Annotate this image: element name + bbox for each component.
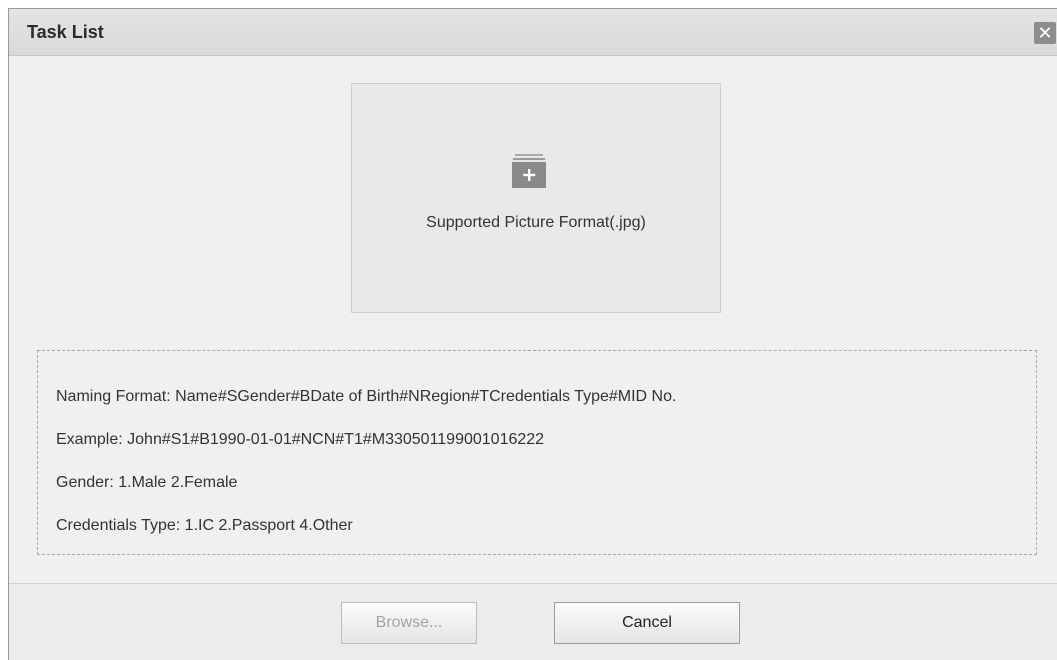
naming-format-info: Naming Format: Name#SGender#BDate of Bir… <box>37 350 1037 555</box>
dialog-title: Task List <box>27 22 104 42</box>
cancel-button[interactable]: Cancel <box>554 602 740 644</box>
gender-line: Gender: 1.Male 2.Female <box>56 474 238 491</box>
naming-format-line: Naming Format: Name#SGender#BDate of Bir… <box>56 388 677 405</box>
dialog-titlebar: Task List ✕ <box>9 9 1057 56</box>
supported-format-hint: Supported Picture Format(.jpg) <box>426 214 646 231</box>
credentials-type-line: Credentials Type: 1.IC 2.Passport 4.Othe… <box>56 517 353 534</box>
picture-upload-area[interactable]: Supported Picture Format(.jpg) <box>351 83 721 313</box>
folder-add-icon <box>512 154 546 188</box>
dialog-footer: Browse... Cancel <box>9 583 1057 660</box>
example-line: Example: John#S1#B1990-01-01#NCN#T1#M330… <box>56 431 545 448</box>
task-list-dialog: Task List ✕ Supported Picture Format(.jp… <box>8 8 1057 660</box>
close-icon[interactable]: ✕ <box>1034 22 1056 44</box>
browse-button[interactable]: Browse... <box>341 602 477 644</box>
